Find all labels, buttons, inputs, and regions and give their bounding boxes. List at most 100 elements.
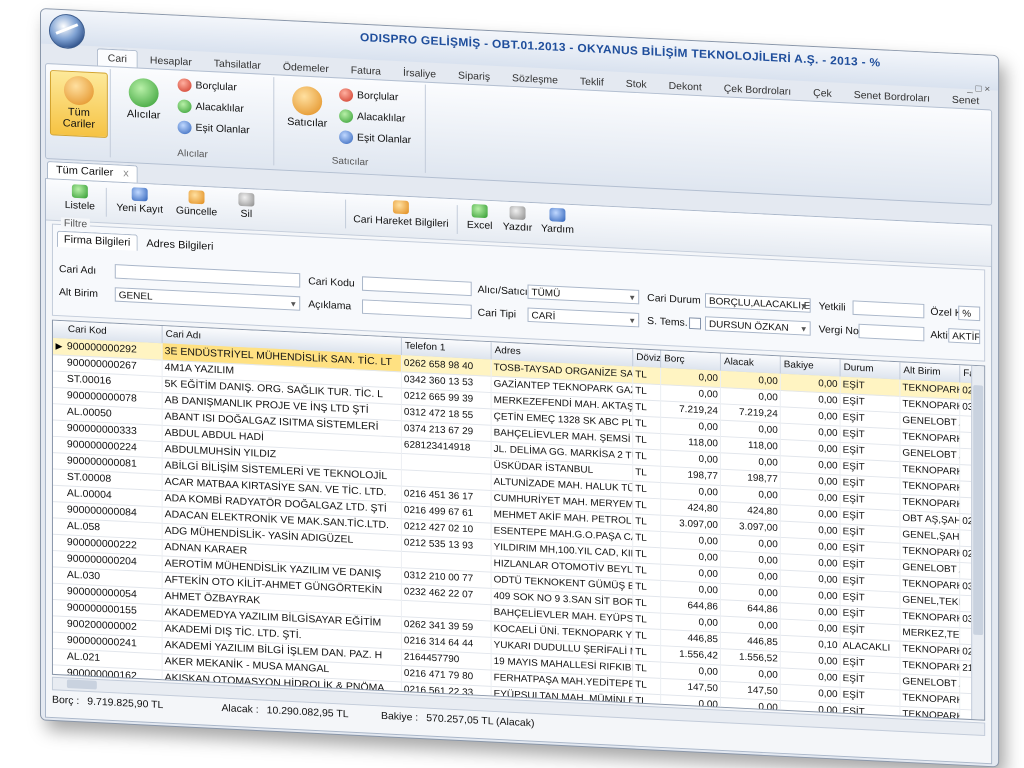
- grid-cell[interactable]: TL: [633, 382, 662, 401]
- grid-cell[interactable]: TL: [633, 660, 662, 678]
- debtor-icon: [177, 78, 192, 93]
- grid-cell[interactable]: TL: [633, 676, 662, 695]
- edit-icon: [188, 190, 205, 205]
- grid-cell[interactable]: TL: [633, 464, 662, 483]
- new-record-icon: [131, 187, 148, 202]
- saticilar-group-label: Satıcılar: [331, 155, 369, 169]
- chevron-down-icon: ▼: [799, 301, 808, 311]
- saticilar-esit-label: Eşit Olanlar: [357, 131, 412, 147]
- grid-cell[interactable]: TL: [633, 399, 662, 417]
- vergi-no-label: Vergi No: [818, 323, 859, 338]
- yetkili-input[interactable]: [852, 300, 925, 319]
- saticilar-borclular-label: Borçlular: [357, 89, 399, 104]
- alicilar-button[interactable]: Alıcılar: [116, 73, 172, 139]
- close-icon[interactable]: x: [123, 168, 128, 180]
- alicilar-borclular-button[interactable]: Borçlular: [177, 78, 237, 98]
- aktif-select[interactable]: AKTİF: [948, 328, 981, 345]
- ozel-kod-input[interactable]: %: [958, 305, 981, 322]
- tab-firma-bilgileri[interactable]: Firma Bilgileri: [56, 230, 138, 251]
- grid-cell[interactable]: TL: [633, 529, 662, 548]
- saticilar-button[interactable]: Satıcılar: [279, 81, 335, 147]
- guncelle-label: Güncelle: [175, 204, 218, 219]
- grid-cell[interactable]: TL: [633, 611, 662, 629]
- aciklama-input[interactable]: [362, 299, 472, 320]
- group-saticilar: Satıcılar Borçlular Alacaklılar Eşit Ola…: [275, 77, 426, 173]
- ribbon-tab[interactable]: Personel: [991, 93, 999, 113]
- alacak-label: Alacak :: [221, 702, 259, 716]
- group-alicilar: Alıcılar Borçlular Alacaklılar Eşit Olan…: [111, 69, 275, 166]
- alicilar-alacaklilar-button[interactable]: Alacaklılar: [177, 99, 244, 120]
- grid-cell[interactable]: TL: [633, 496, 662, 515]
- yazdir-button[interactable]: Yazdır: [501, 205, 535, 239]
- saticilar-alacaklilar-button[interactable]: Alacaklılar: [339, 109, 405, 130]
- scrollbar-thumb[interactable]: [66, 679, 97, 690]
- grid-cell[interactable]: TL: [633, 366, 662, 385]
- grid-cell[interactable]: TL: [633, 594, 662, 613]
- scrollbar-thumb[interactable]: [973, 385, 984, 636]
- guncelle-button[interactable]: Güncelle: [172, 189, 222, 224]
- alicilar-borclular-label: Borçlular: [195, 79, 237, 94]
- cari-kodu-label: Cari Kodu: [308, 275, 355, 290]
- grid-cell[interactable]: TL: [633, 545, 662, 564]
- vergi-no-input[interactable]: [858, 323, 925, 342]
- grid-cell[interactable]: TL: [633, 431, 662, 450]
- printer-icon: [509, 205, 526, 221]
- alicilar-esit-label: Eşit Olanlar: [195, 121, 250, 137]
- alt-birim-select[interactable]: GENEL ▼: [114, 287, 301, 311]
- cari-adi-input[interactable]: [114, 264, 301, 288]
- grid-cell[interactable]: TL: [633, 448, 662, 466]
- alicilar-group-label: Alıcılar: [177, 148, 208, 161]
- alici-satici-value: TÜMÜ: [531, 287, 561, 300]
- help-icon: [549, 207, 566, 222]
- alici-satici-select[interactable]: TÜMÜ ▼: [527, 284, 640, 305]
- tum-cariler-label: Tüm Cariler: [62, 106, 96, 131]
- bakiye-value: 570.257,05 TL (Alacak): [426, 712, 535, 730]
- grid-cell[interactable]: TL: [633, 480, 662, 499]
- cari-durum-select[interactable]: BORÇLU,ALACAKLI,EŞİ ▼: [704, 293, 811, 313]
- listele-button[interactable]: Listele: [60, 184, 100, 219]
- vertical-scrollbar[interactable]: [971, 365, 985, 720]
- yetkili-label: Yetkili: [818, 300, 846, 314]
- alicilar-big-label: Alıcılar: [126, 108, 161, 122]
- cari-tipi-select[interactable]: CARİ ▼: [527, 307, 640, 328]
- yardim-button[interactable]: Yardım: [540, 207, 574, 241]
- alacak-total: Alacak : 10.290.082,95 TL: [221, 702, 348, 720]
- grid-cell[interactable]: TL: [633, 415, 662, 434]
- grid-cell[interactable]: TL: [633, 627, 662, 646]
- excel-button[interactable]: Excel: [465, 203, 495, 238]
- grid-cell[interactable]: TL: [633, 513, 662, 532]
- aciklama-label: Açıklama: [308, 298, 352, 313]
- tum-cariler-button[interactable]: Tüm Cariler: [49, 69, 108, 139]
- cari-kodu-input[interactable]: [362, 276, 472, 297]
- aktif-value: AKTİF: [952, 331, 981, 344]
- cari-hareket-label: Cari Hareket Bilgileri: [353, 213, 449, 230]
- toolbar-divider: [105, 187, 107, 217]
- listele-label: Listele: [64, 199, 96, 213]
- sil-button[interactable]: Sil: [231, 192, 261, 226]
- creditor-icon: [177, 99, 192, 114]
- borc-total: Borç : 9.719.825,90 TL: [52, 694, 163, 711]
- equal-icon: [339, 130, 354, 145]
- cari-hareket-button[interactable]: Cari Hareket Bilgileri: [351, 198, 451, 236]
- column-header[interactable]: Döviz: [633, 349, 662, 368]
- toolbar-divider: [456, 205, 458, 234]
- equal-icon: [177, 120, 192, 135]
- s-tems-checkbox[interactable]: [689, 317, 702, 330]
- app-logo-icon[interactable]: [48, 13, 85, 50]
- s-tems-select[interactable]: DURSUN ÖZKAN ▼: [704, 316, 811, 336]
- yardim-label: Yardım: [540, 222, 574, 236]
- grid-cell[interactable]: TL: [633, 643, 662, 662]
- saticilar-borclular-button[interactable]: Borçlular: [339, 87, 399, 108]
- filter-legend: Filtre: [60, 217, 91, 231]
- alicilar-esit-button[interactable]: Eşit Olanlar: [177, 120, 250, 141]
- buyer-icon: [128, 77, 159, 108]
- chevron-down-icon: ▼: [628, 293, 637, 303]
- content-panel: Listele Yeni Kayıt Güncelle Sil Cari Har…: [44, 178, 993, 765]
- yeni-kayit-button[interactable]: Yeni Kayıt: [112, 186, 168, 221]
- tab-adres-bilgileri[interactable]: Adres Bilgileri: [140, 236, 219, 255]
- grid-cell[interactable]: TL: [633, 578, 662, 597]
- yazdir-label: Yazdır: [502, 220, 533, 234]
- grid-cell[interactable]: TL: [633, 562, 662, 580]
- saticilar-esit-button[interactable]: Eşit Olanlar: [339, 130, 411, 151]
- filter-tabs: Firma Bilgileri Adres Bilgileri: [56, 230, 219, 255]
